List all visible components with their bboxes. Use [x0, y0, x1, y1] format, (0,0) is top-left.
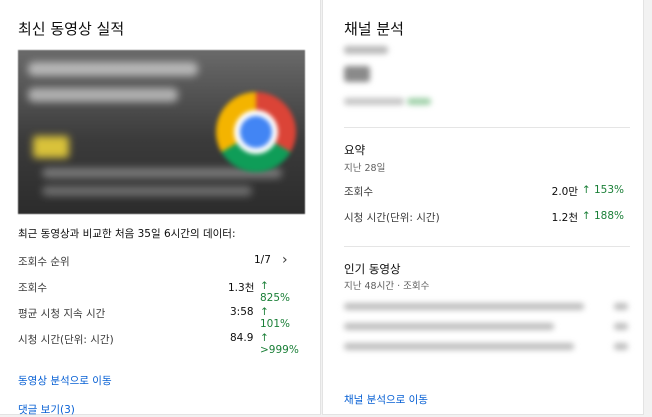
blurred-popular-video-views — [614, 323, 628, 330]
video-analytics-link[interactable]: 동영상 분석으로 이동 — [18, 373, 112, 388]
thumbnail-text-blur — [28, 88, 178, 102]
blurred-popular-video[interactable] — [344, 343, 574, 350]
blurred-subscriber-change-value — [407, 98, 431, 105]
thumbnail-text-blur — [28, 62, 198, 76]
views-rank-label: 조회수 순위 — [18, 256, 70, 268]
metric-row-views: 조회수 1.3천 ↑ 825% — [18, 278, 302, 304]
metric-value: 3:58 — [230, 306, 254, 318]
latest-video-performance-card: 최신 동영상 실적 최근 동영상과 비교한 처음 35일 6시간의 데이터: 조… — [0, 0, 321, 416]
thumbnail-text-blur — [42, 186, 252, 196]
summary-row-watch-time: 시청 시간(단위: 시간) 1.2천 ↑ 188% — [344, 210, 624, 228]
chevron-right-icon[interactable]: › — [282, 252, 288, 268]
video-thumbnail[interactable] — [18, 50, 305, 214]
summary-change: ↑ 153% — [581, 184, 624, 196]
metric-change: ↑ >999% — [260, 332, 299, 356]
up-arrow-icon: ↑ — [581, 184, 591, 196]
divider — [344, 127, 630, 128]
summary-row-views: 조회수 2.0만 ↑ 153% — [344, 184, 624, 202]
popular-videos-title: 인기 동영상 — [344, 262, 401, 276]
metric-label: 시청 시간(단위: 시간) — [18, 334, 114, 346]
blurred-subscriber-label — [344, 46, 388, 54]
metric-change: ↑ 101% — [260, 306, 291, 330]
blurred-popular-video-views — [614, 303, 628, 310]
metric-label: 평균 시청 지속 시간 — [18, 308, 106, 320]
card-title: 채널 분석 — [344, 20, 404, 38]
summary-title: 요약 — [344, 143, 366, 157]
up-arrow-icon: ↑ — [260, 306, 269, 318]
summary-change: ↑ 188% — [581, 210, 624, 222]
views-rank-row[interactable]: 조회수 순위 1/7 › — [18, 252, 302, 272]
metric-label: 조회수 — [18, 282, 47, 294]
comparison-text: 최근 동영상과 비교한 처음 35일 6시간의 데이터: — [18, 228, 236, 240]
up-arrow-icon: ↑ — [260, 332, 269, 344]
summary-value: 1.2천 — [551, 212, 578, 224]
blurred-popular-video[interactable] — [344, 303, 584, 310]
blurred-subscriber-change — [344, 98, 404, 105]
channel-analytics-link[interactable]: 채널 분석으로 이동 — [344, 392, 428, 407]
blurred-popular-video-views — [614, 343, 628, 350]
chrome-logo-icon — [216, 92, 296, 172]
divider — [344, 246, 630, 247]
card-title: 최신 동영상 실적 — [18, 20, 125, 38]
up-arrow-icon: ↑ — [260, 280, 269, 292]
summary-label: 조회수 — [344, 186, 373, 198]
metric-value: 1.3천 — [228, 282, 255, 294]
channel-analytics-card: 채널 분석 요약 지난 28일 조회수 2.0만 ↑ 153% 시청 시간(단위… — [322, 0, 644, 415]
summary-value: 2.0만 — [551, 186, 578, 198]
views-rank-value: 1/7 — [254, 254, 271, 266]
popular-videos-subtitle: 지난 48시간 · 조회수 — [344, 281, 430, 292]
summary-period: 지난 28일 — [344, 163, 386, 174]
up-arrow-icon: ↑ — [581, 210, 591, 222]
metric-row-avg-duration: 평균 시청 지속 시간 3:58 ↑ 101% — [18, 304, 302, 330]
blurred-subscriber-count — [344, 66, 370, 82]
summary-label: 시청 시간(단위: 시간) — [344, 212, 440, 224]
metric-row-watch-time: 시청 시간(단위: 시간) 84.9 ↑ >999% — [18, 330, 302, 356]
thumbnail-badge-blur — [33, 136, 69, 158]
blurred-popular-video[interactable] — [344, 323, 554, 330]
metric-value: 84.9 — [230, 332, 254, 344]
metric-change: ↑ 825% — [260, 280, 291, 304]
